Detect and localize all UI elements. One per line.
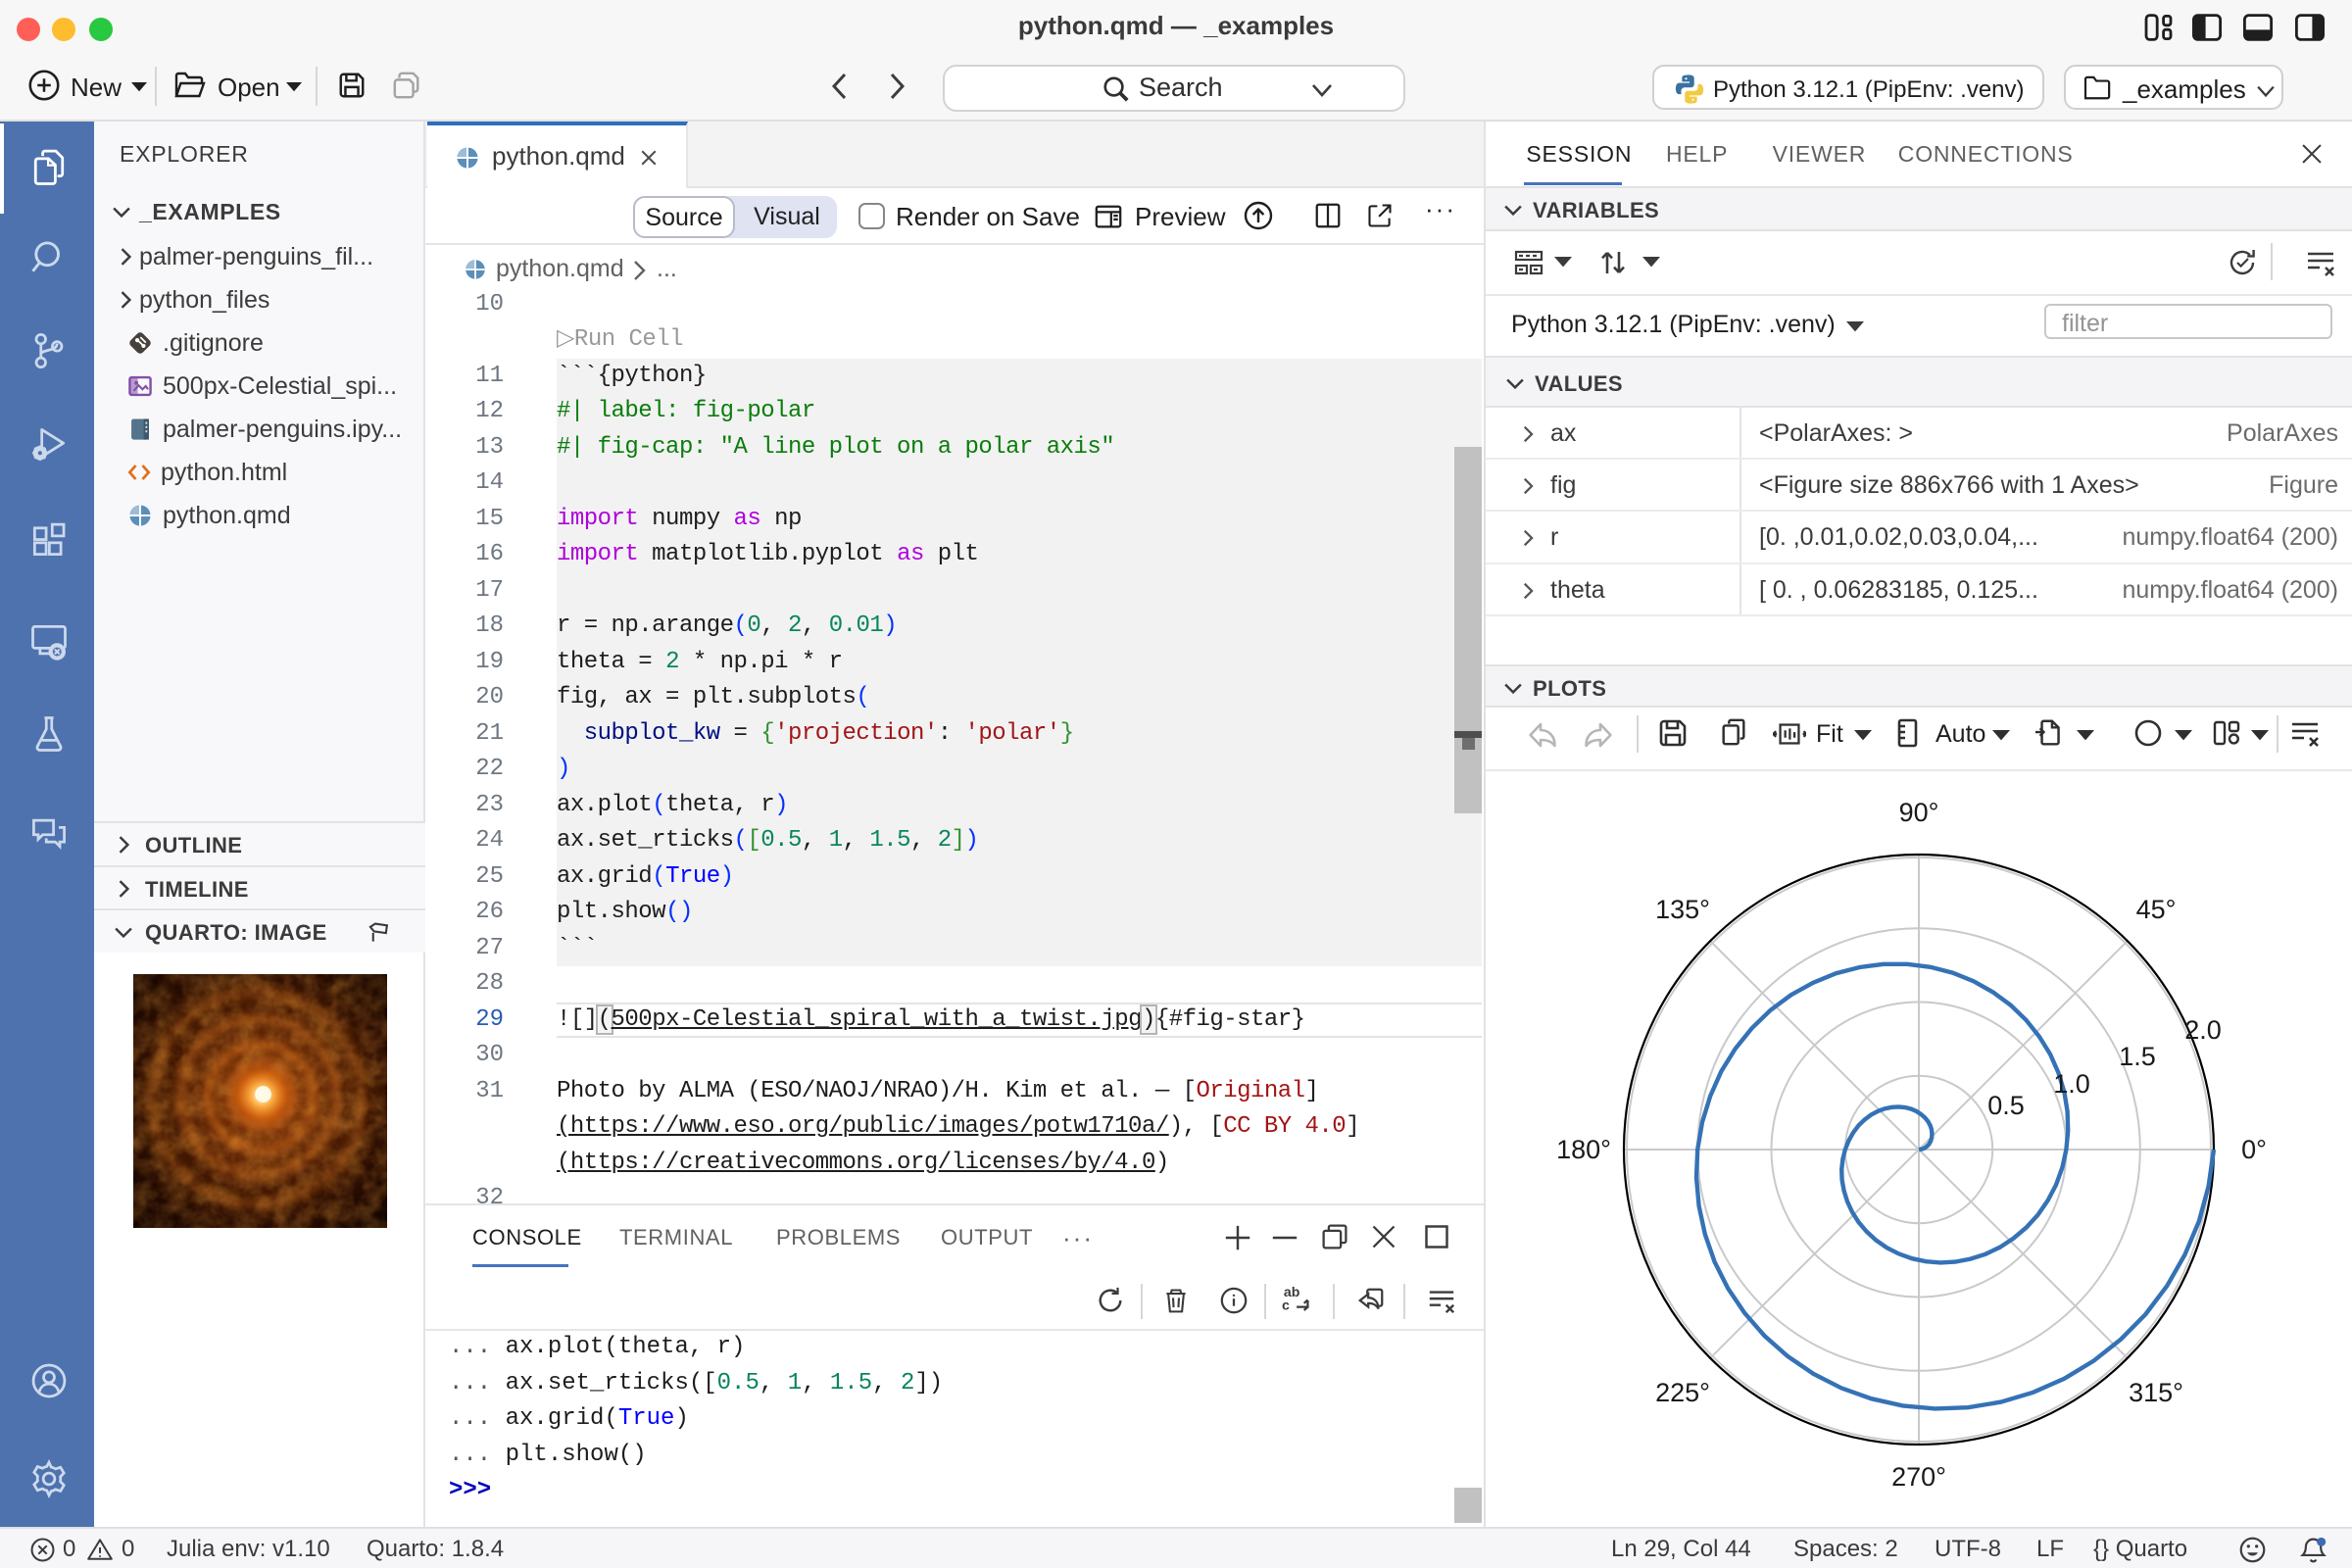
- svg-text:c: c: [1282, 1298, 1290, 1313]
- svg-text:2.0: 2.0: [2184, 1015, 2222, 1045]
- svg-text:45°: 45°: [2136, 895, 2177, 924]
- svg-text:1.5: 1.5: [2119, 1042, 2156, 1071]
- svg-text:0.5: 0.5: [1987, 1091, 2025, 1120]
- svg-text:135°: 135°: [1655, 895, 1710, 924]
- svg-text:1.0: 1.0: [2053, 1069, 2090, 1099]
- svg-text:270°: 270°: [1891, 1462, 1946, 1492]
- svg-text:225°: 225°: [1655, 1378, 1710, 1407]
- svg-text:90°: 90°: [1899, 798, 1939, 827]
- svg-text:0°: 0°: [2241, 1135, 2267, 1164]
- svg-text:180°: 180°: [1556, 1135, 1611, 1164]
- svg-text:315°: 315°: [2129, 1378, 2183, 1407]
